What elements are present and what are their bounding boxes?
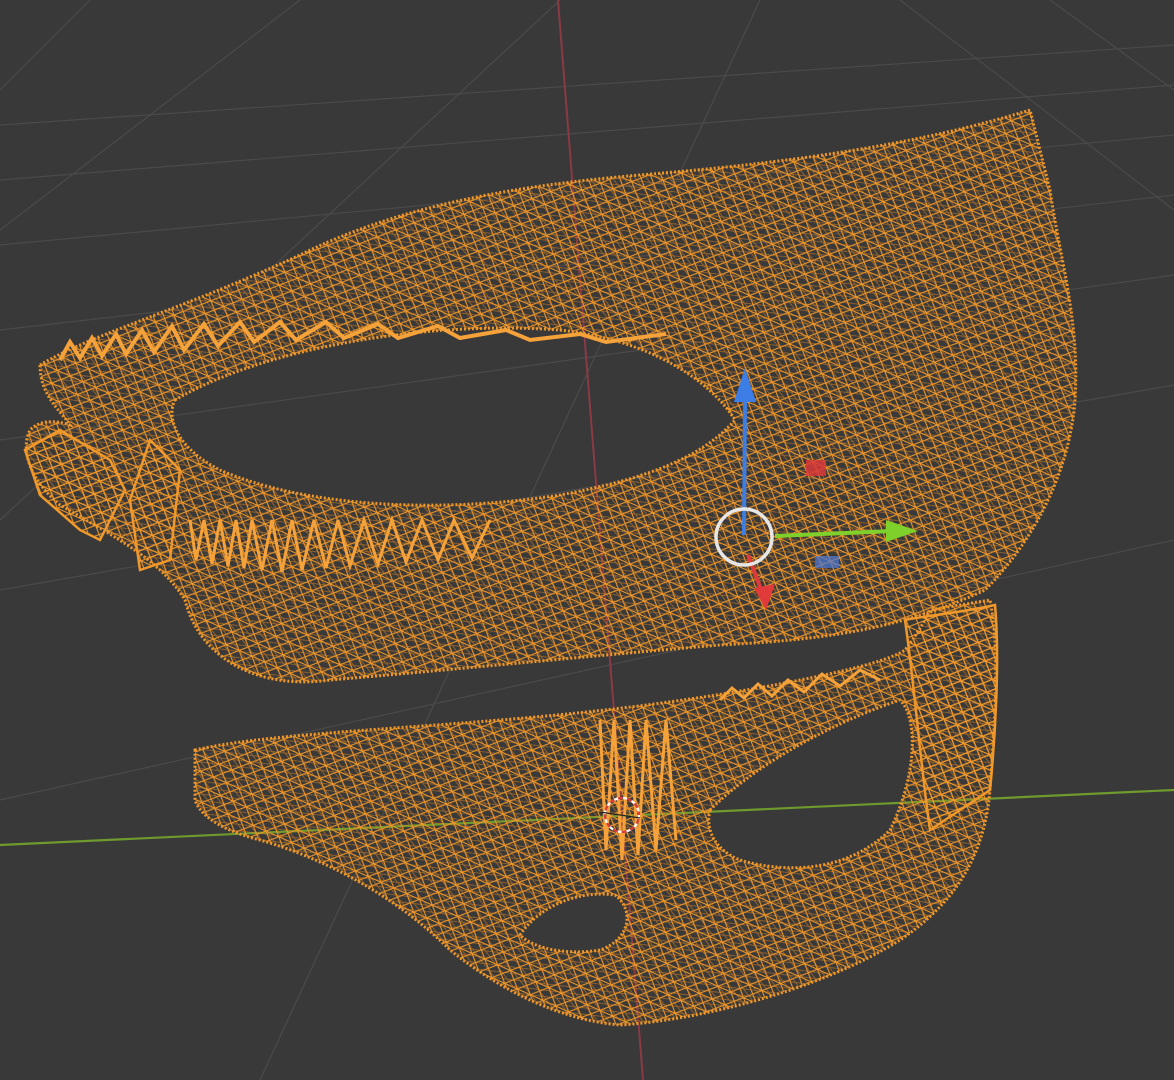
3d-viewport[interactable] — [0, 0, 1174, 1080]
gizmo-xz-plane-handle[interactable] — [806, 460, 826, 476]
gizmo-yz-plane-handle[interactable] — [815, 556, 839, 568]
upper-jaw-mesh[interactable] — [23, 108, 1078, 684]
viewport-canvas[interactable] — [0, 0, 1174, 1080]
gizmo-z-axis[interactable] — [742, 399, 747, 536]
